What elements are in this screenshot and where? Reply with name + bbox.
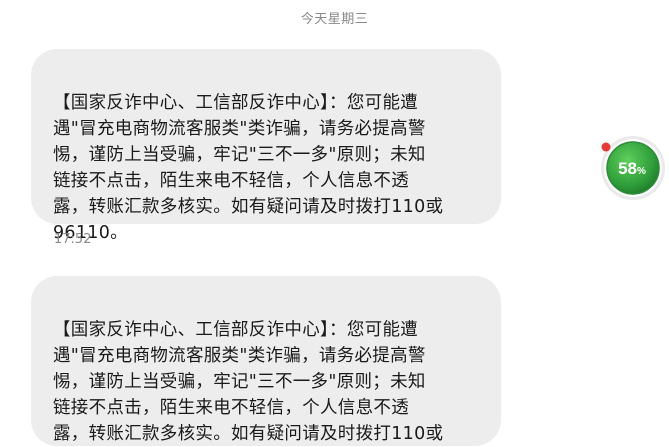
day-header: 今天星期三 — [300, 12, 369, 27]
memory-percent-unit: % — [637, 165, 646, 177]
floating-memory-ball[interactable]: 58% — [598, 135, 666, 203]
message-bubble[interactable]: 【国家反诈中心、工信部反诈中心】：您可能遭 遇"冒充电商物流客服类"类诈骗，请务… — [31, 49, 501, 243]
memory-percent-value: 58 — [618, 159, 637, 178]
message-timestamp: 17:52 — [54, 232, 92, 247]
message-text: 【国家反诈中心、工信部反诈中心】：您可能遭 遇"冒充电商物流客服类"类诈骗，请务… — [53, 320, 444, 444]
message-text: 【国家反诈中心、工信部反诈中心】：您可能遭 遇"冒充电商物流客服类"类诈骗，请务… — [53, 93, 444, 243]
message-bubble[interactable]: 【国家反诈中心、工信部反诈中心】：您可能遭 遇"冒充电商物流客服类"类诈骗，请务… — [31, 276, 501, 446]
